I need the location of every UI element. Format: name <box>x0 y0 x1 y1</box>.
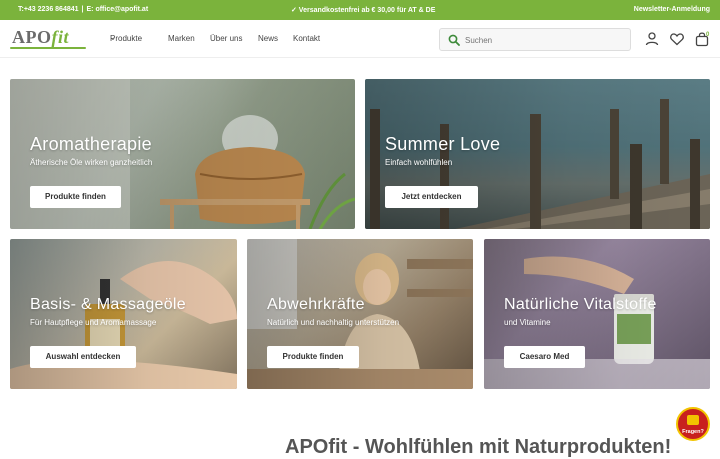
chat-widget-label: Fragen? <box>682 429 704 435</box>
page-headline: APOfit - Wohlfühlen mit Naturprodukten! <box>285 436 672 458</box>
shipping-notice: ✓ Versandkostenfrei ab € 30,00 für AT & … <box>291 7 436 14</box>
tile-subtitle: Natürlich und nachhaltig unterstützen <box>267 318 400 327</box>
tile-subtitle: Für Hautpflege und Aromamassage <box>30 318 157 327</box>
contact-separator: | <box>81 6 84 13</box>
logo-text: APOfit <box>12 27 69 48</box>
tile-title: Abwehrkräfte <box>267 296 365 313</box>
tile-subtitle: Einfach wohlfühlen <box>385 158 453 167</box>
tile-subtitle: und Vitamine <box>504 318 551 327</box>
tile-summer-love[interactable]: Summer Love Einfach wohlfühlen Jetzt ent… <box>365 79 710 229</box>
tile-aromatherapie[interactable]: Aromatherapie Ätherische Öle wirken ganz… <box>10 79 355 229</box>
logo-underline <box>10 47 86 49</box>
apofit-logo[interactable]: APOfit <box>10 25 86 51</box>
heart-icon[interactable] <box>669 31 685 47</box>
tile-title: Basis- & Massageöle <box>30 296 186 313</box>
produkte-finden-button[interactable]: Produkte finden <box>267 346 359 368</box>
search-input[interactable] <box>465 32 625 48</box>
nav-item-kontakt[interactable]: Kontakt <box>293 34 320 43</box>
contact-info: T:+43 2236 864841 | E: office@apofit.at <box>18 6 148 13</box>
contact-email[interactable]: E: office@apofit.at <box>87 6 149 13</box>
nav-item-news[interactable]: News <box>258 34 278 43</box>
user-account-icon[interactable] <box>644 31 660 47</box>
produkte-finden-button[interactable]: Produkte finden <box>30 186 121 208</box>
logo-text-fit: fit <box>51 27 69 47</box>
caesaro-med-button[interactable]: Caesaro Med <box>504 346 585 368</box>
tile-subtitle: Ätherische Öle wirken ganzheitlich <box>30 158 153 167</box>
tile-natuerliche-vitalstoffe[interactable]: Natürliche Vitalstoffe und Vitamine Caes… <box>484 239 710 389</box>
search-box <box>439 28 631 51</box>
nav-item-marken[interactable]: Marken <box>168 34 195 43</box>
cart-count-badge: 0 <box>706 32 710 38</box>
top-info-bar: T:+43 2236 864841 | E: office@apofit.at ✓ … <box>0 0 720 20</box>
site-header: APOfit Produkte ⌄ Marken Über uns News K… <box>0 20 720 58</box>
newsletter-link[interactable]: Newsletter-Anmeldung <box>634 6 710 13</box>
search-icon[interactable] <box>448 34 460 46</box>
tile-title: Natürliche Vitalstoffe <box>504 296 657 313</box>
logo-text-apo: APO <box>12 27 52 47</box>
tile-title: Aromatherapie <box>30 134 152 154</box>
chat-widget-button[interactable]: Fragen? <box>676 407 710 441</box>
chevron-down-icon: ⌄ <box>110 35 116 42</box>
contact-phone[interactable]: T:+43 2236 864841 <box>18 6 79 13</box>
jetzt-entdecken-button[interactable]: Jetzt entdecken <box>385 186 478 208</box>
tile-basis-massageoele[interactable]: Basis- & Massageöle Für Hautpflege und A… <box>10 239 237 389</box>
tile-title: Summer Love <box>385 134 501 154</box>
chat-bubble-icon <box>687 415 699 425</box>
tile-abwehrkraefte[interactable]: Abwehrkräfte Natürlich und nachhaltig un… <box>247 239 473 389</box>
auswahl-entdecken-button[interactable]: Auswahl entdecken <box>30 346 136 368</box>
nav-item-ueber-uns[interactable]: Über uns <box>210 34 242 43</box>
